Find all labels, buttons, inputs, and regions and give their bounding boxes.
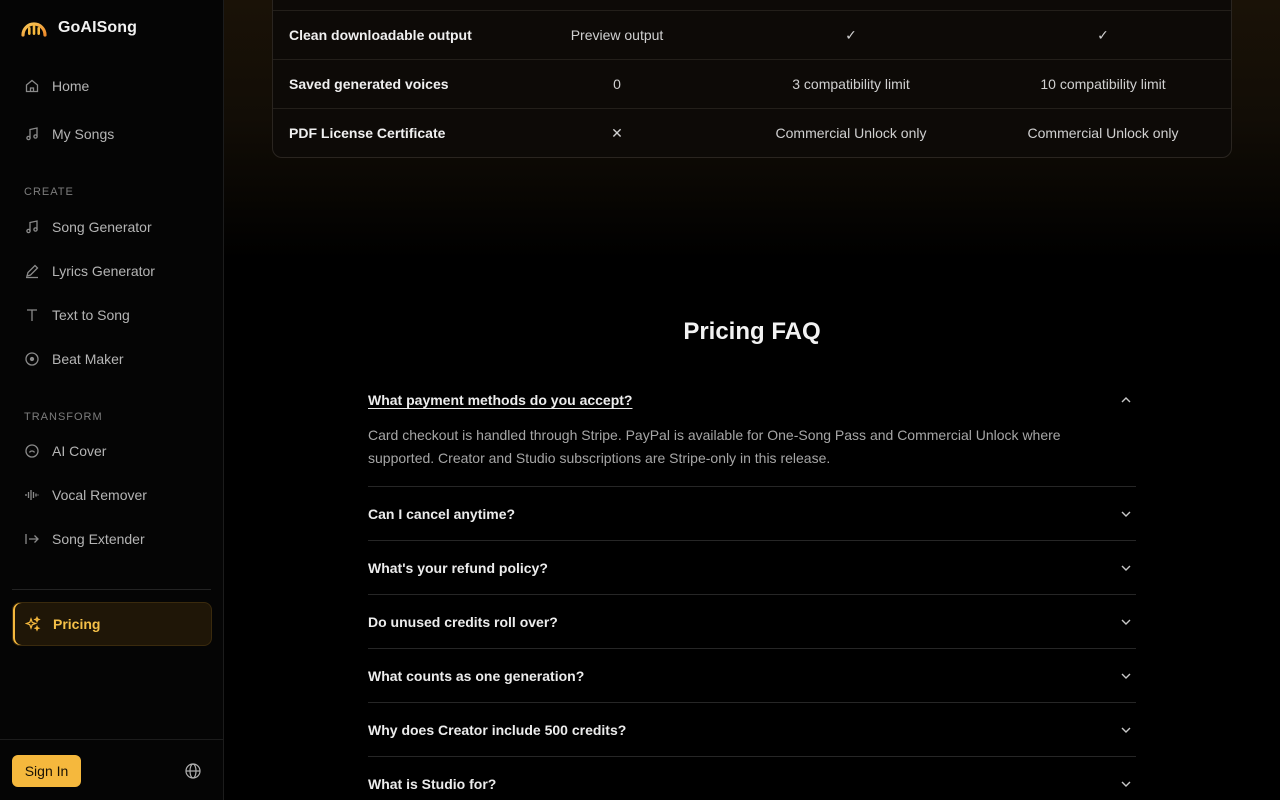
sidebar-item-label: My Songs [52, 126, 115, 142]
sidebar-item-vocal-remover[interactable]: Vocal Remover [12, 475, 212, 515]
chevron-down-icon [1121, 727, 1131, 733]
sidebar-item-label: Lyrics Generator [52, 263, 155, 279]
faq-question[interactable]: Do unused credits roll over? [368, 595, 1136, 648]
table-cell: 0 [613, 76, 621, 92]
sidebar-item-label: Home [52, 78, 90, 94]
faq-question-label: Do unused credits roll over? [368, 613, 558, 630]
faq-item: What is Studio for? [368, 757, 1136, 800]
check-icon: ✓ [845, 26, 857, 43]
waveform-icon [24, 487, 40, 503]
arrow-right-bar-icon [24, 531, 40, 547]
faq-item: Can I cancel anytime? [368, 487, 1136, 541]
sidebar-item-song-generator[interactable]: Song Generator [12, 207, 212, 247]
brand[interactable]: GoAISong [20, 14, 137, 42]
section-label-create: CREATE [24, 186, 74, 198]
sidebar-item-label: Song Generator [52, 219, 152, 235]
sidebar-item-home[interactable]: Home [12, 66, 212, 106]
sidebar-item-my-songs[interactable]: My Songs [12, 114, 212, 154]
sidebar-item-ai-cover[interactable]: AI Cover [12, 431, 212, 471]
table-row: Clean downloadable output Preview output… [273, 10, 1231, 59]
feature-name: Saved generated voices [289, 76, 449, 92]
section-label-transform: TRANSFORM [24, 411, 103, 423]
sidebar-item-song-extender[interactable]: Song Extender [12, 519, 212, 559]
faq-question[interactable]: What's your refund policy? [368, 541, 1136, 594]
check-icon: ✓ [1097, 26, 1109, 43]
faq-item: Why does Creator include 500 credits? [368, 703, 1136, 757]
sidebar-item-label: Text to Song [52, 307, 130, 323]
sidebar: GoAISong Home My Songs CREATE Song Gener… [0, 0, 224, 800]
sidebar-item-label: Pricing [53, 616, 101, 632]
sidebar-item-label: Song Extender [52, 531, 145, 547]
chevron-down-icon [1121, 511, 1131, 517]
table-cell: Commercial Unlock only [775, 125, 927, 141]
table-cell: 10 compatibility limit [1040, 76, 1166, 92]
sidebar-footer: Sign In [0, 739, 223, 800]
faq-item: Do unused credits roll over? [368, 595, 1136, 649]
cross-icon: ✕ [611, 124, 623, 141]
table-row: Saved generated voices 0 3 compatibility… [273, 59, 1231, 108]
faq-title: Pricing FAQ [683, 318, 821, 345]
chevron-down-icon [1121, 619, 1131, 625]
sidebar-item-lyrics-generator[interactable]: Lyrics Generator [12, 251, 212, 291]
faq-list: What payment methods do you accept? Card… [368, 376, 1136, 800]
sidebar-item-label: Beat Maker [52, 351, 124, 367]
chevron-up-icon [1121, 397, 1131, 403]
cover-icon [24, 443, 40, 459]
music-icon [24, 126, 40, 142]
faq-question-label: Why does Creator include 500 credits? [368, 721, 627, 738]
globe-icon[interactable] [184, 762, 202, 780]
feature-name: Clean downloadable output [289, 27, 472, 43]
sidebar-item-label: Vocal Remover [52, 487, 147, 503]
feature-name: PDF License Certificate [289, 125, 446, 141]
faq-question-label: What is Studio for? [368, 775, 497, 792]
text-icon [24, 307, 40, 323]
faq-item: What counts as one generation? [368, 649, 1136, 703]
table-cell: 3 compatibility limit [792, 76, 910, 92]
faq-answer: Card checkout is handled through Stripe.… [368, 427, 1061, 466]
sparkles-icon [25, 616, 41, 632]
faq-question[interactable]: Why does Creator include 500 credits? [368, 703, 1136, 756]
sign-in-button[interactable]: Sign In [12, 755, 81, 787]
faq-question[interactable]: What is Studio for? [368, 757, 1136, 800]
faq-question-label: What's your refund policy? [368, 559, 548, 576]
faq-question-label: What counts as one generation? [368, 667, 585, 684]
logo-icon [20, 14, 48, 42]
disc-icon [24, 351, 40, 367]
faq-item: What's your refund policy? [368, 541, 1136, 595]
sidebar-item-label: AI Cover [52, 443, 107, 459]
table-cell: Commercial Unlock only [1027, 125, 1179, 141]
pencil-icon [24, 263, 40, 279]
pricing-comparison-table: Clean downloadable output Preview output… [272, 0, 1232, 158]
brand-name: GoAISong [58, 19, 138, 36]
faq-question-label: What payment methods do you accept? [368, 392, 633, 408]
sidebar-divider [12, 589, 211, 590]
sidebar-item-pricing[interactable]: Pricing [12, 602, 212, 646]
chevron-down-icon [1121, 781, 1131, 787]
faq-item: What payment methods do you accept? Card… [368, 376, 1136, 487]
music-note-icon [24, 219, 40, 235]
chevron-down-icon [1121, 673, 1131, 679]
faq-question[interactable]: What payment methods do you accept? [368, 376, 1136, 424]
sidebar-item-text-to-song[interactable]: Text to Song [12, 295, 212, 335]
sidebar-item-beat-maker[interactable]: Beat Maker [12, 339, 212, 379]
main-content: Clean downloadable output Preview output… [224, 0, 1280, 800]
table-row: PDF License Certificate ✕ Commercial Unl… [273, 108, 1231, 157]
home-icon [24, 78, 40, 94]
faq-question[interactable]: Can I cancel anytime? [368, 487, 1136, 540]
table-cell: Preview output [570, 27, 664, 43]
chevron-down-icon [1121, 565, 1131, 571]
faq-question-label: Can I cancel anytime? [368, 505, 516, 522]
faq-question[interactable]: What counts as one generation? [368, 649, 1136, 702]
